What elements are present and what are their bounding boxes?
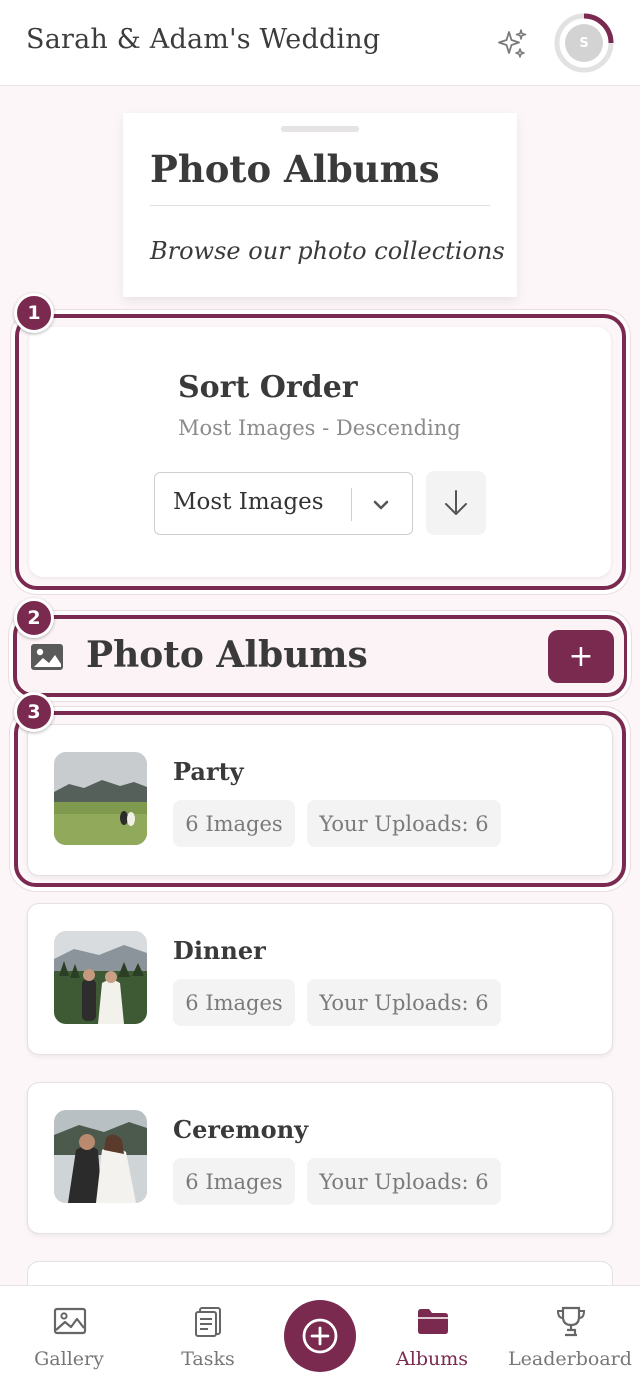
sort-title: Sort Order (178, 370, 358, 405)
arrow-down-icon (445, 490, 467, 515)
divider (351, 488, 352, 521)
sort-select[interactable]: Most Images (154, 472, 413, 535)
folder-icon (418, 1309, 448, 1334)
page-title: Photo Albums (150, 147, 440, 191)
drag-handle (281, 126, 359, 132)
plus-circle-icon (302, 1318, 338, 1354)
highlight-badge-1: 1 (14, 293, 54, 333)
album-thumbnail (54, 931, 147, 1024)
nav-tasks[interactable]: Tasks (144, 1286, 272, 1385)
nav-leaderboard[interactable]: Leaderboard (506, 1286, 634, 1385)
avatar[interactable]: S (565, 24, 603, 62)
nav-label: Gallery (34, 1348, 104, 1370)
album-card[interactable]: Ceremony 6 Images Your Uploads: 6 (27, 1082, 613, 1234)
album-card[interactable]: Dinner 6 Images Your Uploads: 6 (27, 903, 613, 1055)
sparkle-icon[interactable] (494, 26, 530, 62)
page-subtitle: Browse our photo collections (150, 237, 505, 265)
sort-order-card: Sort Order Most Images - Descending Most… (29, 327, 611, 577)
album-thumbnail (54, 752, 147, 845)
divider (150, 205, 490, 206)
nav-label: Leaderboard (508, 1348, 632, 1370)
bottom-navigation: Gallery Tasks Albums Leaderboard (0, 1285, 640, 1385)
sort-select-value: Most Images (173, 489, 324, 515)
sort-description: Most Images - Descending (178, 416, 461, 440)
album-name: Dinner (173, 936, 266, 965)
top-app-bar: Sarah & Adam's Wedding S (0, 0, 640, 86)
uploads-badge: Your Uploads: 6 (307, 1158, 501, 1205)
image-count-badge: 6 Images (173, 979, 295, 1026)
nav-gallery[interactable]: Gallery (5, 1286, 133, 1385)
trophy-icon (556, 1306, 586, 1337)
highlight-badge-3: 3 (14, 692, 54, 732)
nav-label: Albums (396, 1348, 468, 1370)
albums-section-header: Photo Albums + (18, 620, 624, 693)
uploads-badge: Your Uploads: 6 (307, 979, 501, 1026)
nav-label: Tasks (181, 1348, 235, 1370)
section-title: Photo Albums (86, 634, 368, 676)
page-heading-card: Photo Albums Browse our photo collection… (123, 113, 517, 297)
album-card[interactable]: Party 6 Images Your Uploads: 6 (27, 724, 613, 876)
nav-albums[interactable]: Albums (368, 1286, 496, 1385)
image-count-badge: 6 Images (173, 1158, 295, 1205)
clipboard-icon (195, 1307, 221, 1337)
add-album-button[interactable]: + (548, 630, 614, 683)
album-name: Party (173, 757, 244, 786)
highlight-badge-2: 2 (14, 598, 54, 638)
album-name: Ceremony (173, 1115, 309, 1144)
chevron-down-icon (373, 500, 389, 510)
app-title: Sarah & Adam's Wedding (26, 24, 381, 55)
sort-direction-button[interactable] (426, 471, 486, 535)
uploads-badge: Your Uploads: 6 (307, 800, 501, 847)
image-icon (31, 644, 63, 670)
image-count-badge: 6 Images (173, 800, 295, 847)
album-thumbnail (54, 1110, 147, 1203)
upload-fab-button[interactable] (284, 1300, 356, 1372)
image-icon (53, 1307, 87, 1335)
